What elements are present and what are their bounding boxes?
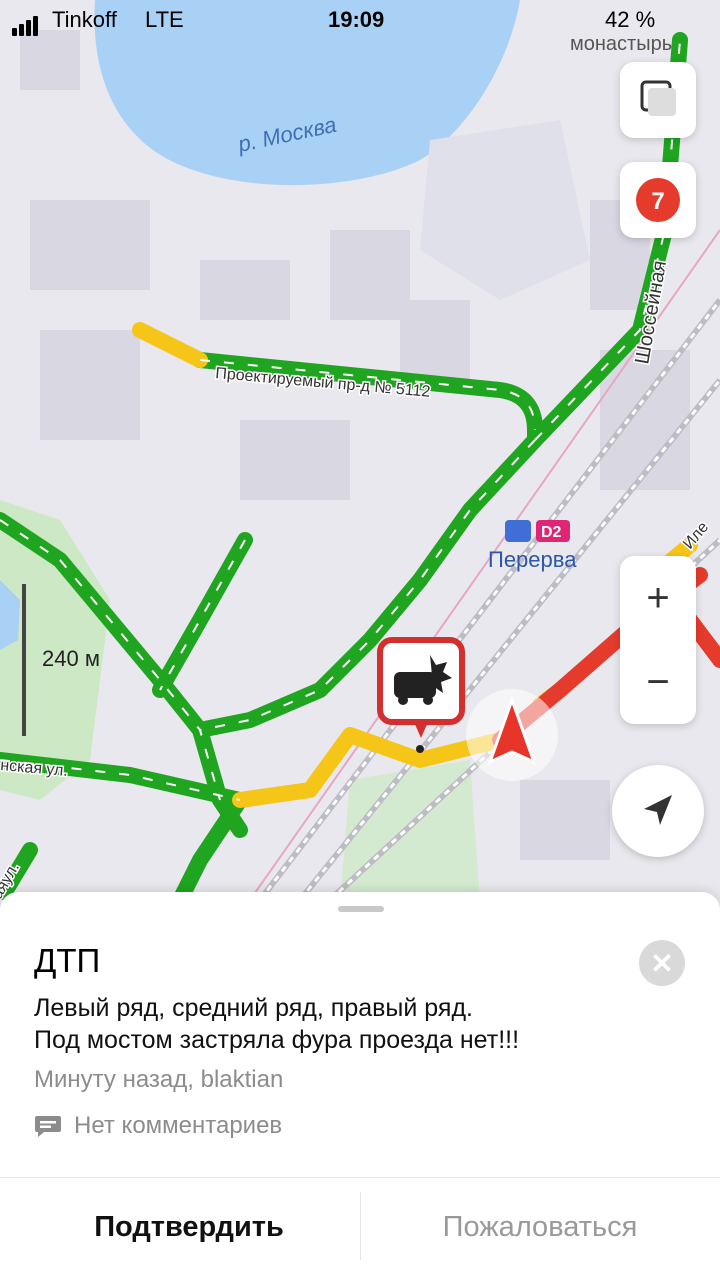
comment-icon xyxy=(35,1116,61,1137)
sheet-handle[interactable] xyxy=(338,906,384,912)
close-icon: ✕ xyxy=(650,947,674,979)
report-button[interactable]: Пожаловаться xyxy=(360,1192,720,1262)
zoom-controls: + − xyxy=(620,556,696,724)
description-line-2: Под мостом застряла фура проезда нет!!! xyxy=(34,1026,520,1054)
locate-me-button[interactable] xyxy=(612,765,704,857)
comments-link[interactable]: Нет комментариев xyxy=(34,1112,282,1140)
incident-sheet: ДТП ✕ Левый ряд, средний ряд, правый ряд… xyxy=(0,892,720,1280)
label-station: Перерва xyxy=(488,547,577,572)
scale-bar xyxy=(22,584,26,736)
map-view[interactable]: р. Москва монастырь Проектируемый пр-д №… xyxy=(0,0,720,900)
zoom-out-button[interactable]: − xyxy=(620,640,696,724)
scale-label: 240 м xyxy=(42,646,100,671)
label-station-badge: D2 xyxy=(541,524,562,541)
navigation-arrow-icon xyxy=(644,795,672,825)
traffic-light-icon: 7 xyxy=(636,178,680,222)
incident-title: ДТП xyxy=(34,942,101,979)
close-button[interactable]: ✕ xyxy=(639,940,685,986)
incident-meta: Минуту назад, blaktian xyxy=(34,1066,284,1093)
zoom-in-button[interactable]: + xyxy=(620,556,696,640)
signal-icon xyxy=(12,10,40,36)
traffic-button[interactable]: 7 xyxy=(620,162,696,238)
divider xyxy=(0,1177,720,1178)
layers-button[interactable] xyxy=(620,62,696,138)
incident-description: Левый ряд, средний ряд, правый ряд. Под … xyxy=(34,992,674,1056)
carrier-name: Tinkoff xyxy=(52,7,117,32)
network-type: LTE xyxy=(145,7,184,32)
comments-label: Нет комментариев xyxy=(74,1112,283,1139)
layers-icon xyxy=(640,80,676,116)
battery-percent: 42 % xyxy=(605,7,656,32)
confirm-button[interactable]: Подтвердить xyxy=(0,1192,378,1262)
description-line-1: Левый ряд, средний ряд, правый ряд. xyxy=(34,994,473,1022)
clock: 19:09 xyxy=(328,7,385,32)
traffic-level-badge: 7 xyxy=(651,188,664,215)
status-bar: Tinkoff LTE 19:09 42 % xyxy=(0,0,720,40)
